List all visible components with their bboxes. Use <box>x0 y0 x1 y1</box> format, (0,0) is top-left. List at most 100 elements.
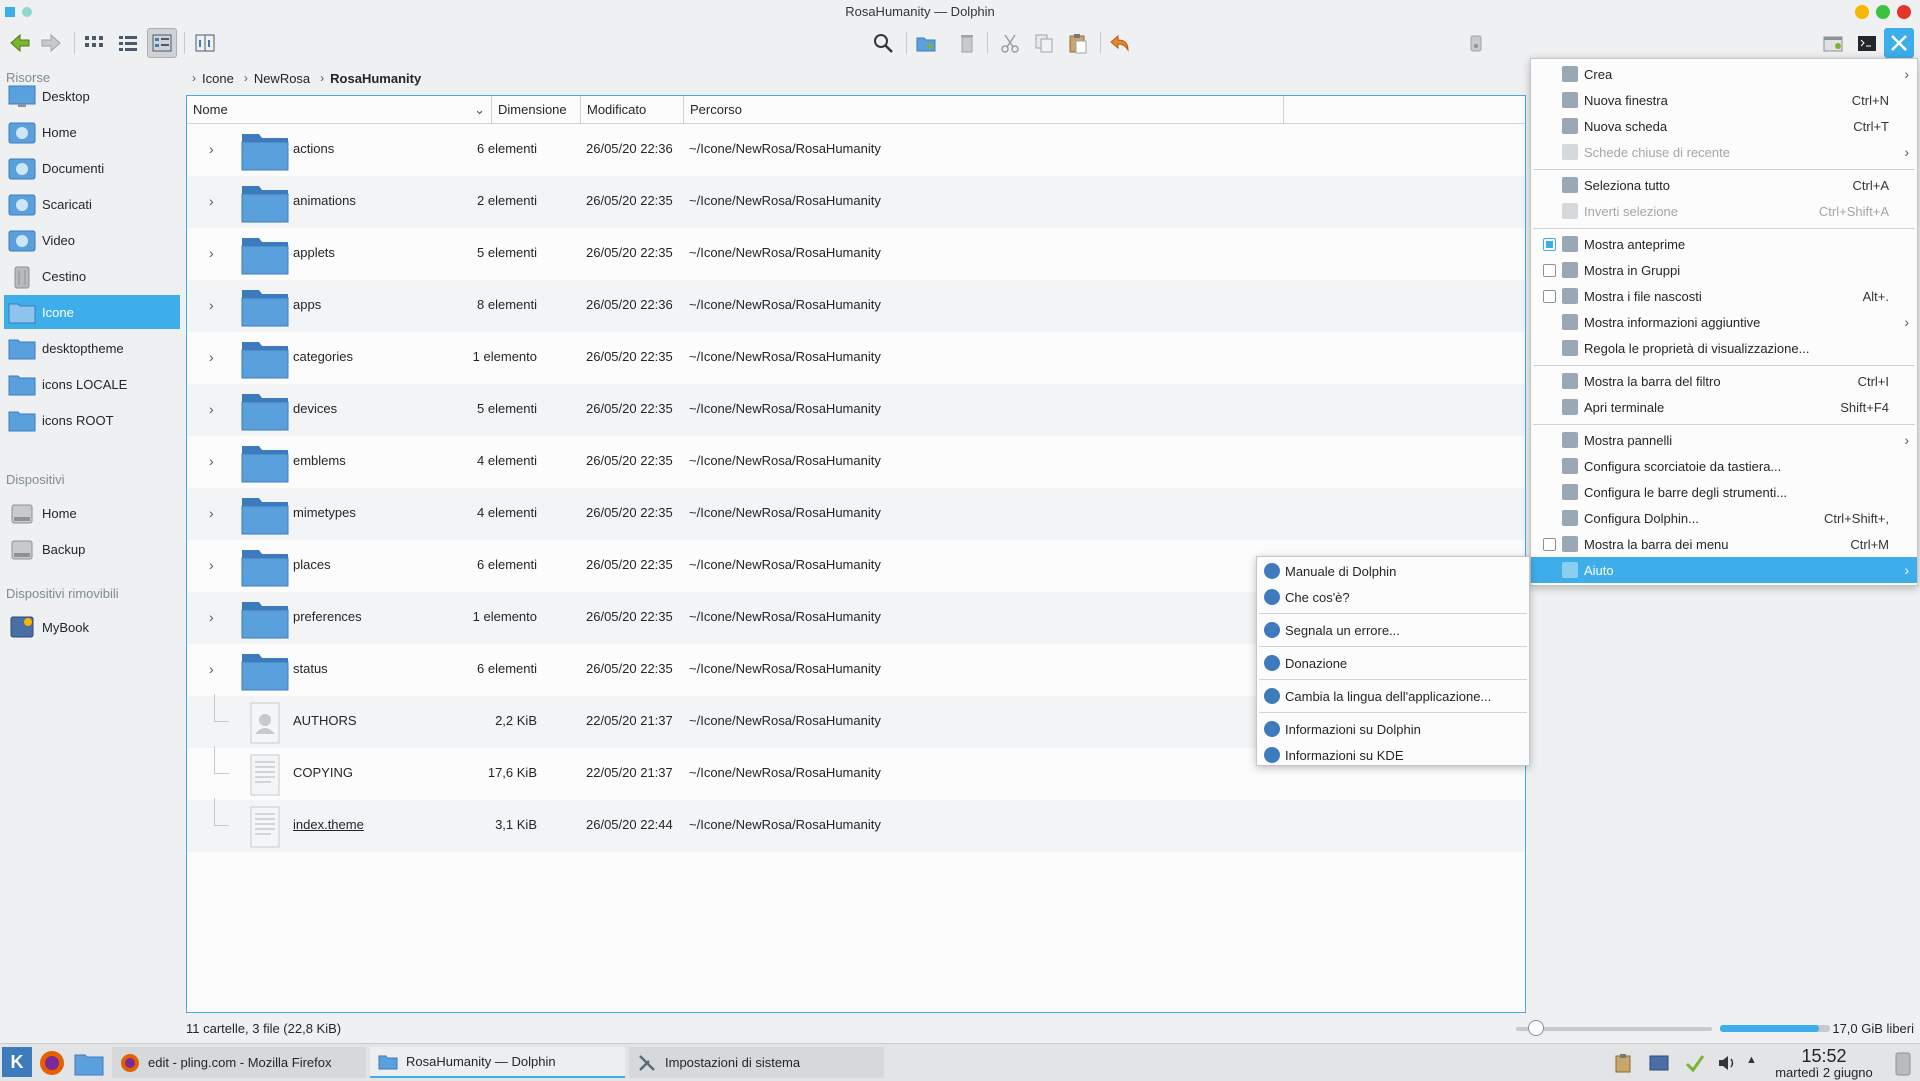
info-button[interactable] <box>1461 28 1491 58</box>
menu-item-crea[interactable]: Crea › <box>1531 61 1917 87</box>
close-button[interactable] <box>1897 5 1911 19</box>
zoom-slider[interactable] <box>1516 1020 1712 1036</box>
menu-item-configura-scorciatoie-da-tastiera[interactable]: Configura scorciatoie da tastiera... <box>1531 453 1917 479</box>
split-view-button[interactable] <box>190 28 220 58</box>
sidebar-item-home[interactable]: Home <box>4 115 180 149</box>
task-dolphin[interactable]: RosaHumanity — Dolphin <box>370 1047 625 1078</box>
menu-item-mostra-la-barra-dei-menu[interactable]: Mostra la barra dei menu Ctrl+M <box>1531 531 1917 557</box>
menu-item-informazioni-su-dolphin[interactable]: Informazioni su Dolphin <box>1257 716 1529 742</box>
table-row[interactable]: › actions 6 elementi 26/05/20 22:36 ~/Icone/… <box>187 124 1525 176</box>
expand-chevron-icon[interactable]: › <box>209 298 219 312</box>
zoom-slider-handle[interactable] <box>1527 1020 1544 1036</box>
menu-item-configura-le-barre-degli-strumenti[interactable]: Configura le barre degli strumenti... <box>1531 479 1917 505</box>
table-row[interactable]: › apps 8 elementi 26/05/20 22:36 ~/Icone/New… <box>187 280 1525 332</box>
menu-item-informazioni-su-kde[interactable]: Informazioni su KDE <box>1257 742 1529 768</box>
sidebar-item-icons-root[interactable]: icons ROOT <box>4 403 180 437</box>
expand-chevron-icon[interactable]: › <box>209 454 219 468</box>
menu-item-mostra-la-barra-del-filtro[interactable]: Mostra la barra del filtro Ctrl+I <box>1531 368 1917 394</box>
copy-button[interactable] <box>1029 28 1059 58</box>
column-header-size[interactable]: Dimensione <box>492 96 581 124</box>
task-firefox[interactable]: edit - pling.com - Mozilla Firefox <box>112 1047 366 1078</box>
table-row[interactable]: › animations 2 elementi 26/05/20 22:35 ~/Ico… <box>187 176 1525 228</box>
panels-button[interactable] <box>1818 28 1848 58</box>
menu-item-schede-chiuse-di-recente[interactable]: Schede chiuse di recente › <box>1531 139 1917 165</box>
sidebar-item-device-home[interactable]: Home <box>4 496 180 530</box>
expand-chevron-icon[interactable]: › <box>209 662 219 676</box>
expand-chevron-icon[interactable]: › <box>209 194 219 208</box>
table-row[interactable]: index.theme 3,1 KiB 26/05/20 22:44 ~/Icone/… <box>187 798 1525 852</box>
sidebar-item-icone[interactable]: Icone <box>4 295 180 329</box>
sidebar-item-desktoptheme[interactable]: desktoptheme <box>4 331 180 365</box>
icons-view-button[interactable] <box>79 28 109 58</box>
menu-item-aiuto[interactable]: Aiuto › <box>1531 557 1917 583</box>
details-view-button[interactable] <box>147 28 177 58</box>
checkbox[interactable] <box>1543 289 1556 303</box>
expand-chevron-icon[interactable]: › <box>209 142 219 156</box>
breadcrumb-item[interactable]: Icone <box>202 71 234 86</box>
trash-widget-icon[interactable] <box>1890 1049 1916 1077</box>
menu-item-cambia-la-lingua-dell-applicazione[interactable]: Cambia la lingua dell'applicazione... <box>1257 683 1529 709</box>
menu-item-donazione[interactable]: Donazione <box>1257 650 1529 676</box>
expand-chevron-icon[interactable]: › <box>209 610 219 624</box>
menu-item-configura-dolphin[interactable]: Configura Dolphin... Ctrl+Shift+, <box>1531 505 1917 531</box>
checkbox[interactable] <box>1543 263 1556 277</box>
compact-view-button[interactable] <box>113 28 143 58</box>
task-system-settings[interactable]: Impostazioni di sistema <box>629 1047 884 1078</box>
undo-button[interactable] <box>1104 28 1134 58</box>
expand-chevron-icon[interactable]: › <box>209 506 219 520</box>
menu-item-mostra-pannelli[interactable]: Mostra pannelli › <box>1531 427 1917 453</box>
maximize-button[interactable] <box>1876 5 1890 19</box>
menu-item-mostra-i-file-nascosti[interactable]: Mostra i file nascosti Alt+. <box>1531 283 1917 309</box>
breadcrumb-item-current[interactable]: RosaHumanity <box>330 71 421 86</box>
minimize-button[interactable] <box>1855 5 1869 19</box>
sidebar-item-desktop[interactable]: Desktop <box>4 79 180 113</box>
checkbox[interactable] <box>1543 237 1556 251</box>
sidebar-item-icons-locale[interactable]: icons LOCALE <box>4 367 180 401</box>
expand-chevron-icon[interactable]: › <box>209 402 219 416</box>
menu-item-mostra-informazioni-aggiuntive[interactable]: Mostra informazioni aggiuntive › <box>1531 309 1917 335</box>
forward-button[interactable] <box>36 28 66 58</box>
volume-icon[interactable] <box>1716 1052 1738 1074</box>
menu-item-nuova-finestra[interactable]: Nuova finestra Ctrl+N <box>1531 87 1917 113</box>
sidebar-item-trash[interactable]: Cestino <box>4 259 180 293</box>
sidebar-item-downloads[interactable]: Scaricati <box>4 187 180 221</box>
menu-item-mostra-anteprime[interactable]: Mostra anteprime <box>1531 231 1917 257</box>
expand-chevron-icon[interactable]: › <box>209 558 219 572</box>
menu-item-segnala-un-errore[interactable]: Segnala un errore... <box>1257 617 1529 643</box>
dolphin-launcher-icon[interactable] <box>74 1049 104 1077</box>
sidebar-item-documents[interactable]: Documenti <box>4 151 180 185</box>
sidebar-item-video[interactable]: Video <box>4 223 180 257</box>
new-folder-button[interactable] <box>911 28 941 58</box>
menu-item-manuale-di-dolphin[interactable]: Manuale di Dolphin <box>1257 558 1529 584</box>
menu-item-apri-terminale[interactable]: Apri terminale Shift+F4 <box>1531 394 1917 420</box>
back-button[interactable] <box>5 28 35 58</box>
menu-item-mostra-in-gruppi[interactable]: Mostra in Gruppi <box>1531 257 1917 283</box>
kde-launcher-icon[interactable]: K <box>2 1047 32 1077</box>
column-header-modified[interactable]: Modificato <box>581 96 684 124</box>
menu-item-seleziona-tutto[interactable]: Seleziona tutto Ctrl+A <box>1531 172 1917 198</box>
menu-item-che-cos[interactable]: Che cos'è? <box>1257 584 1529 610</box>
control-menu-button[interactable] <box>1884 28 1914 58</box>
devices-icon[interactable] <box>1648 1052 1670 1074</box>
menu-item-nuova-scheda[interactable]: Nuova scheda Ctrl+T <box>1531 113 1917 139</box>
column-header-name[interactable]: Nome ⌄ <box>187 96 492 124</box>
expand-tray-icon[interactable]: ▲ <box>1746 1054 1757 1066</box>
clipboard-icon[interactable] <box>1612 1052 1634 1074</box>
updates-checkmark-icon[interactable] <box>1684 1052 1706 1074</box>
menu-item-inverti-selezione[interactable]: Inverti selezione Ctrl+Shift+A <box>1531 198 1917 224</box>
clock[interactable]: 15:52 martedì 2 giugno <box>1762 1047 1886 1080</box>
expand-chevron-icon[interactable]: › <box>209 350 219 364</box>
trash-button[interactable] <box>952 28 982 58</box>
firefox-icon[interactable] <box>38 1049 66 1077</box>
sidebar-item-backup[interactable]: Backup <box>4 532 180 566</box>
checkbox[interactable] <box>1543 537 1556 551</box>
cut-button[interactable] <box>995 28 1025 58</box>
table-row[interactable]: › mimetypes 4 elementi 26/05/20 22:35 ~/Icon… <box>187 488 1525 540</box>
expand-chevron-icon[interactable]: › <box>209 246 219 260</box>
table-row[interactable]: › applets 5 elementi 26/05/20 22:35 ~/Icone/… <box>187 228 1525 280</box>
column-header-path[interactable]: Percorso <box>684 96 1284 124</box>
paste-button[interactable] <box>1063 28 1093 58</box>
search-button[interactable] <box>868 28 898 58</box>
file-list-view[interactable]: Nome ⌄ Dimensione Modificato Percorso › a… <box>186 95 1526 1013</box>
table-row[interactable]: › devices 5 elementi 26/05/20 22:35 ~/Icone/… <box>187 384 1525 436</box>
